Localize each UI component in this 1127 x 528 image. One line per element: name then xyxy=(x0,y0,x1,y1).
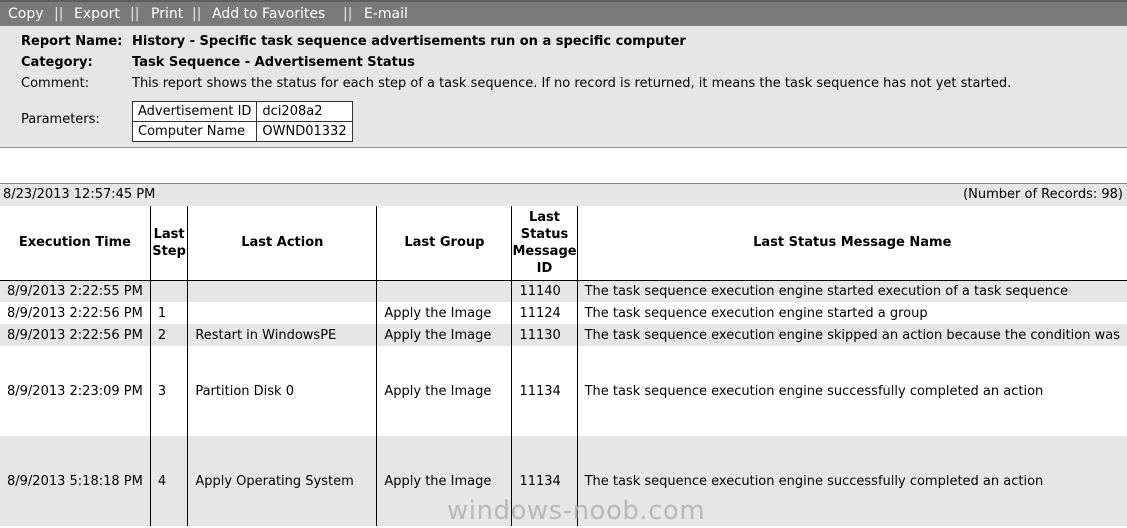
cell-status-id: 11130 xyxy=(511,324,578,346)
parameter-row: Advertisement ID dci208a2 xyxy=(131,101,353,122)
comment-text: This report shows the status for each st… xyxy=(132,76,1012,91)
comment-row: Comment: This report shows the status for… xyxy=(21,76,1011,91)
cell-last-group: Apply the Image xyxy=(376,302,513,324)
cell-status-id: 11140 xyxy=(511,280,578,302)
record-count: (Number of Records: 98) xyxy=(963,187,1123,202)
category-value: Task Sequence - Advertisement Status xyxy=(132,55,415,70)
export-link[interactable]: Export xyxy=(74,2,120,26)
report-name-label: Report Name: xyxy=(21,34,123,49)
cell-last-action: Partition Disk 0 xyxy=(187,346,378,436)
report-header: Report Name: History - Specific task sequ… xyxy=(0,26,1127,148)
cell-last-group: Apply the Image xyxy=(376,324,513,346)
report-name-row: Report Name: History - Specific task sequ… xyxy=(21,34,686,49)
cell-execution-time: 8/9/2013 2:22:56 PM xyxy=(0,302,151,324)
header-last-status-name[interactable]: Last Status Message Name xyxy=(577,206,1127,281)
parameter-row: Computer Name OWND01332 xyxy=(131,121,353,142)
cell-status-name: The task sequence execution engine start… xyxy=(577,280,1127,302)
cell-execution-time: 8/9/2013 5:18:18 PM xyxy=(0,436,151,526)
report-timestamp: 8/23/2013 12:57:45 PM xyxy=(3,187,156,202)
comment-label: Comment: xyxy=(21,76,90,91)
toolbar-separator: || xyxy=(130,6,140,22)
cell-last-step: 2 xyxy=(150,324,189,346)
cell-status-id: 11134 xyxy=(511,346,578,436)
table-row: 8/9/2013 2:22:55 PM 11140 The task seque… xyxy=(0,280,1127,302)
print-link[interactable]: Print xyxy=(151,2,183,26)
cell-last-action: Restart in WindowsPE xyxy=(187,324,378,346)
report-toolbar: Copy || Export || Print || Add to Favori… xyxy=(0,0,1127,26)
toolbar-separator: || xyxy=(54,6,64,22)
parameter-value: OWND01332 xyxy=(256,121,353,142)
email-link[interactable]: E-mail xyxy=(364,2,408,26)
cell-execution-time: 8/9/2013 2:23:09 PM xyxy=(0,346,151,436)
cell-last-group: Apply the Image xyxy=(376,346,513,436)
parameter-name: Advertisement ID xyxy=(131,101,258,122)
cell-status-name: The task sequence execution engine skipp… xyxy=(577,324,1127,346)
toolbar-separator: || xyxy=(343,6,353,22)
result-summary-bar: 8/23/2013 12:57:45 PM (Number of Records… xyxy=(0,183,1127,207)
cell-last-step: 4 xyxy=(150,436,189,526)
category-label: Category: xyxy=(21,55,93,70)
cell-last-action xyxy=(187,302,378,324)
cell-execution-time: 8/9/2013 2:22:55 PM xyxy=(0,280,151,302)
parameter-name: Computer Name xyxy=(131,121,258,142)
header-last-status-id[interactable]: Last Status Message ID xyxy=(511,206,578,281)
status-table: Execution Time Last Step Last Action Las… xyxy=(0,206,1127,526)
cell-last-action xyxy=(187,280,378,302)
cell-last-step xyxy=(150,280,189,302)
parameters-table: Advertisement ID dci208a2 Computer Name … xyxy=(131,101,353,142)
add-to-favorites-link[interactable]: Add to Favorites xyxy=(212,2,325,26)
cell-last-step: 3 xyxy=(150,346,189,436)
cell-status-id: 11124 xyxy=(511,302,578,324)
header-last-action[interactable]: Last Action xyxy=(187,206,378,281)
copy-link[interactable]: Copy xyxy=(8,2,44,26)
cell-status-name: The task sequence execution engine succe… xyxy=(584,383,1044,399)
table-row: 8/9/2013 2:23:09 PM 3 Partition Disk 0 A… xyxy=(0,346,1127,436)
watermark: windows-noob.com xyxy=(447,496,706,526)
parameter-value: dci208a2 xyxy=(256,101,353,122)
table-row: 8/9/2013 2:22:56 PM 2 Restart in Windows… xyxy=(0,324,1127,346)
category-row: Category: Task Sequence - Advertisement S… xyxy=(21,55,415,70)
cell-status-name: The task sequence execution engine start… xyxy=(584,305,928,321)
header-last-group[interactable]: Last Group xyxy=(376,206,513,281)
table-row: 8/9/2013 2:22:56 PM 1 Apply the Image 11… xyxy=(0,302,1127,324)
table-header-row: Execution Time Last Step Last Action Las… xyxy=(0,206,1127,281)
cell-last-group xyxy=(376,280,513,302)
header-execution-time[interactable]: Execution Time xyxy=(0,206,151,281)
header-last-step[interactable]: Last Step xyxy=(150,206,189,281)
report-name: History - Specific task sequence adverti… xyxy=(132,34,686,49)
cell-execution-time: 8/9/2013 2:22:56 PM xyxy=(0,324,151,346)
parameters-label: Parameters: xyxy=(21,112,100,127)
cell-last-action: Apply Operating System xyxy=(187,436,378,526)
toolbar-separator: || xyxy=(192,6,202,22)
cell-last-step: 1 xyxy=(150,302,189,324)
